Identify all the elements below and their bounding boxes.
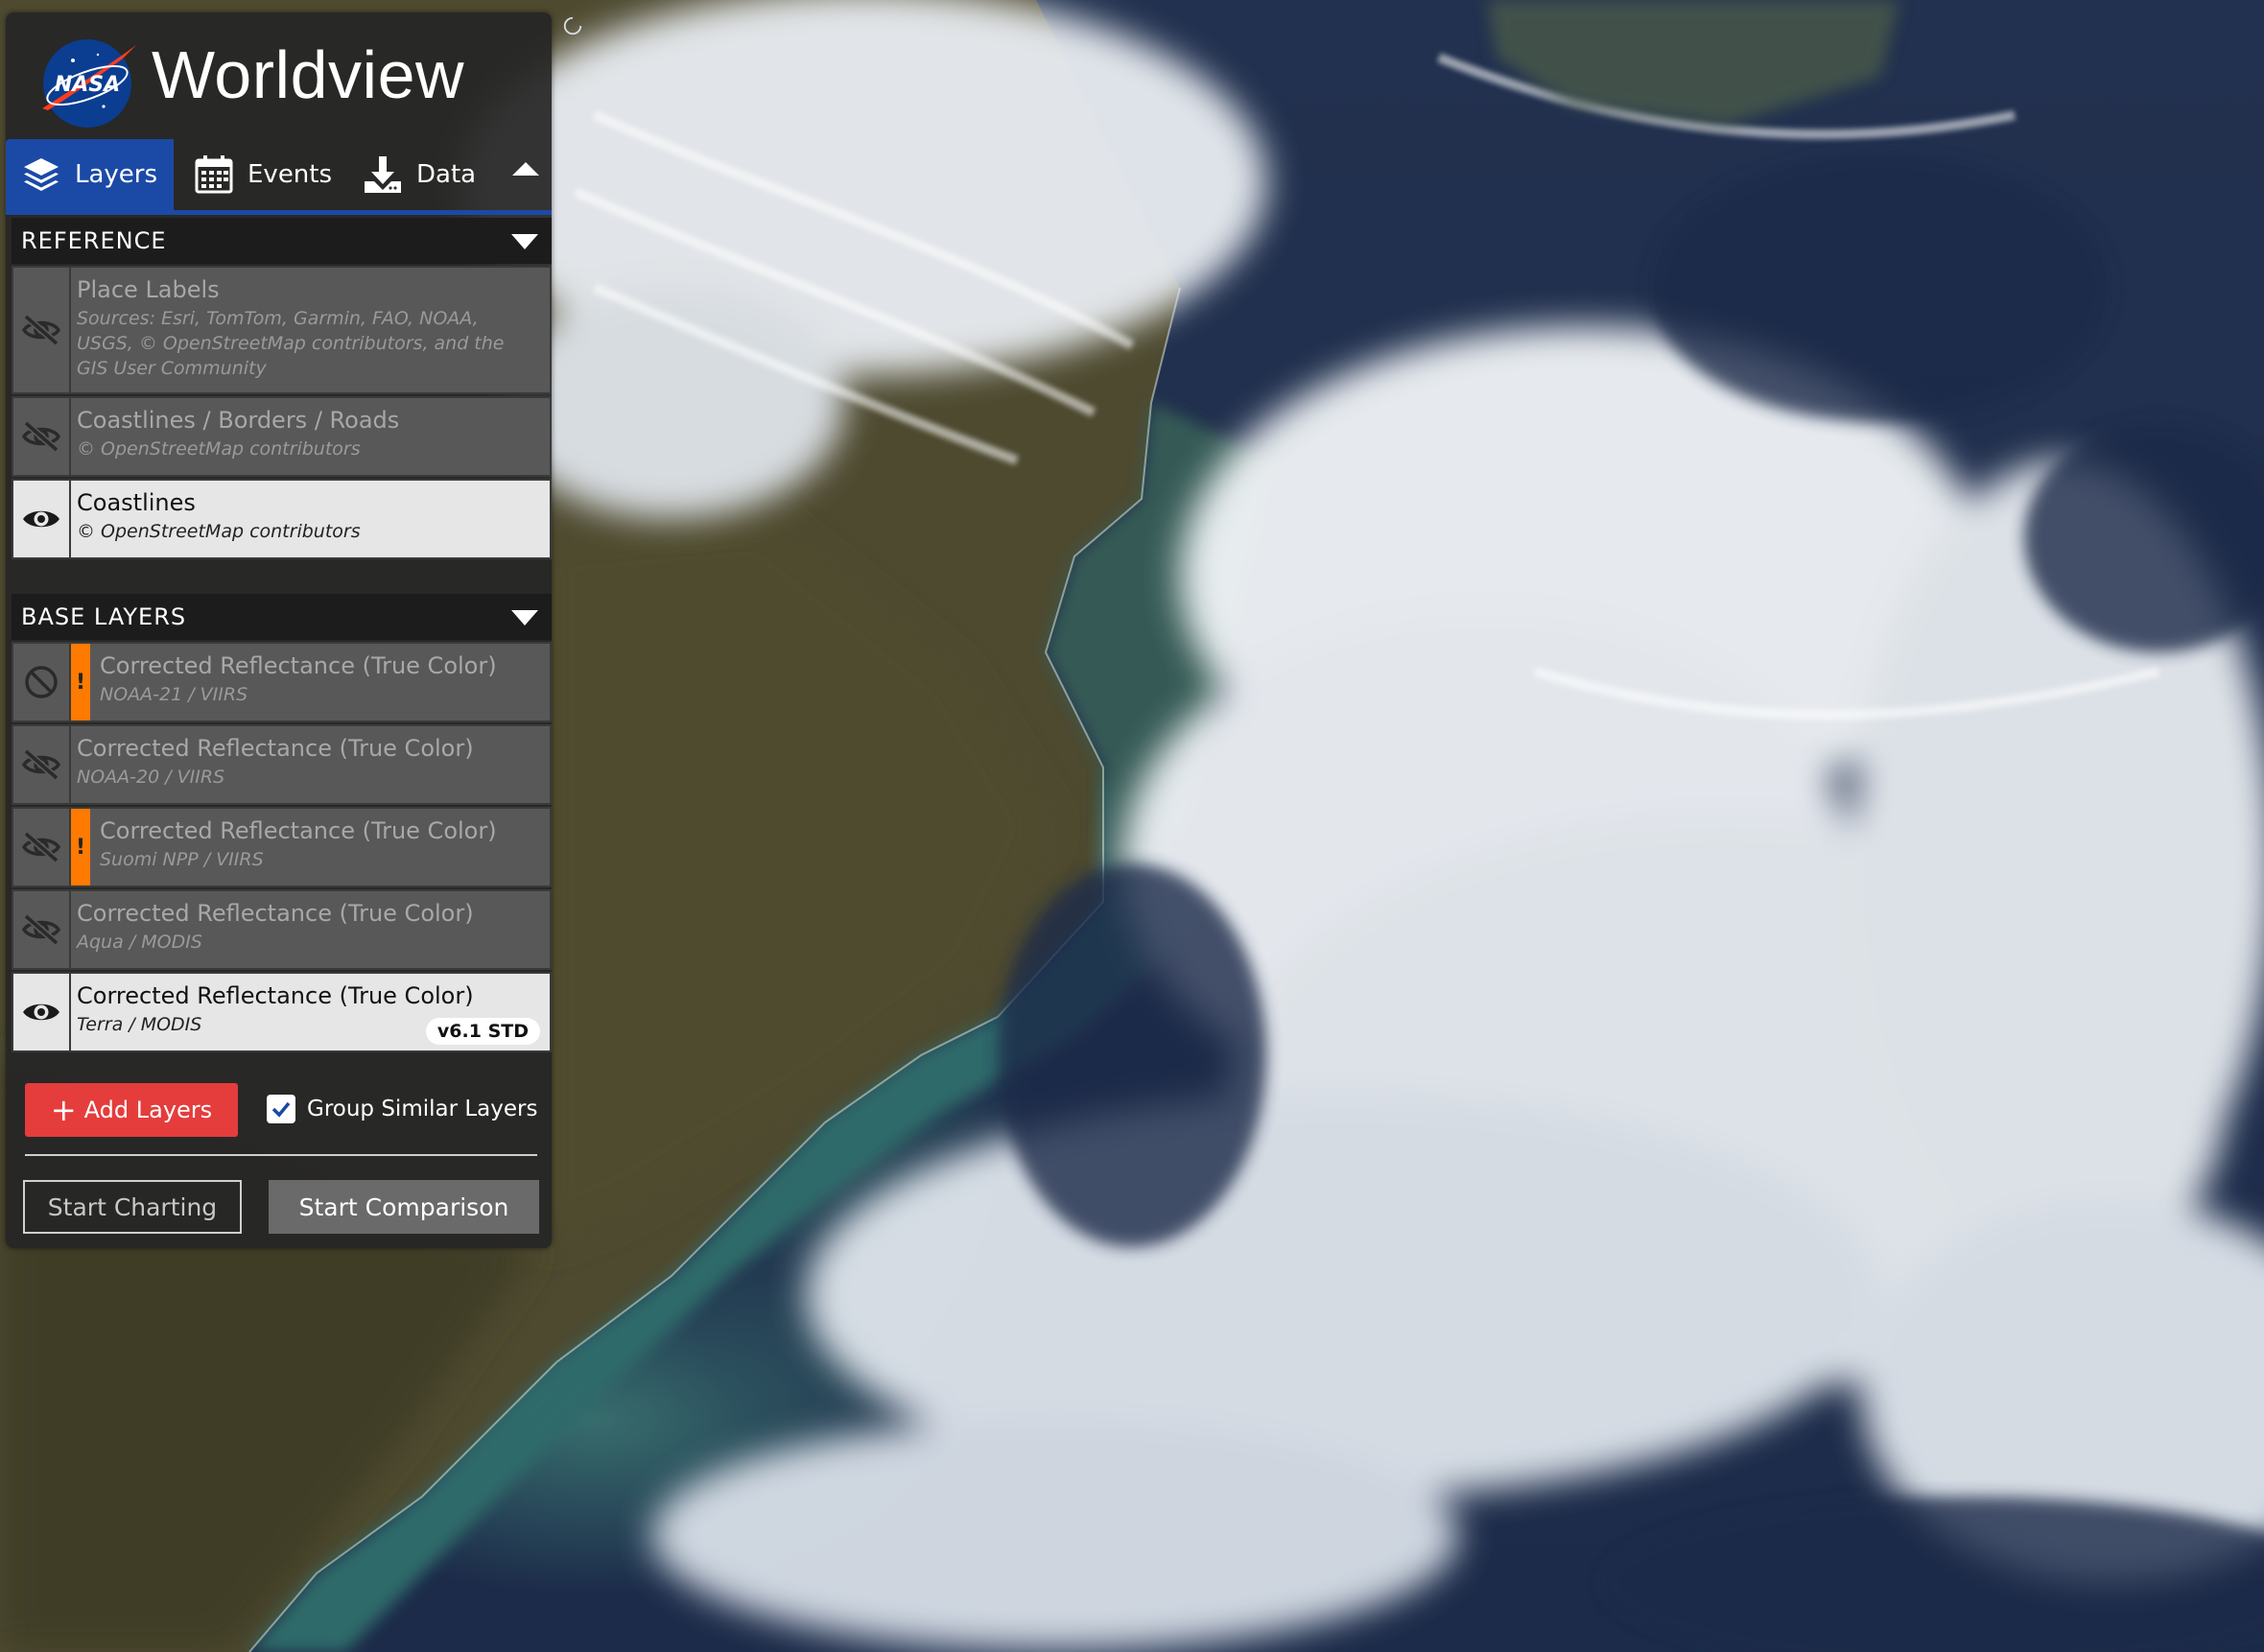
tab-layers[interactable]: Layers bbox=[6, 139, 174, 210]
calendar-icon bbox=[195, 155, 233, 194]
layer-suomi-npp-viirs[interactable]: ! Corrected Reflectance (True Color) Suo… bbox=[12, 807, 552, 887]
add-layers-label: Add Layers bbox=[83, 1097, 213, 1123]
layer-title: Place Labels bbox=[77, 276, 220, 303]
layer-title: Corrected Reflectance (True Color) bbox=[77, 900, 474, 927]
layer-title: Coastlines bbox=[77, 489, 196, 516]
layer-noaa20-viirs[interactable]: Corrected Reflectance (True Color) NOAA-… bbox=[12, 724, 552, 805]
eye-slash-icon bbox=[21, 314, 61, 346]
layer-title: Coastlines / Borders / Roads bbox=[77, 407, 400, 434]
plus-icon: + bbox=[50, 1092, 77, 1128]
version-badge: v6.1 STD bbox=[425, 1018, 540, 1045]
eye-slash-icon bbox=[21, 913, 61, 946]
chevron-down-icon[interactable] bbox=[511, 606, 538, 627]
toggle-visibility[interactable] bbox=[13, 974, 71, 1050]
eye-icon bbox=[23, 510, 59, 528]
brand-header: NASA Worldview bbox=[6, 12, 552, 137]
divider bbox=[25, 1154, 537, 1156]
layer-coastlines-borders-roads[interactable]: Coastlines / Borders / Roads © OpenStree… bbox=[12, 396, 552, 477]
tab-data[interactable]: Data bbox=[363, 139, 507, 210]
layer-coastlines[interactable]: Coastlines © OpenStreetMap contributors bbox=[12, 479, 552, 559]
add-layers-button[interactable]: + Add Layers bbox=[25, 1083, 238, 1137]
layer-aqua-modis[interactable]: Corrected Reflectance (True Color) Aqua … bbox=[12, 889, 552, 970]
layer-title: Corrected Reflectance (True Color) bbox=[100, 817, 497, 844]
base-layers-group-header[interactable]: BASE LAYERS bbox=[12, 594, 552, 640]
checkbox[interactable] bbox=[267, 1095, 295, 1123]
tab-bar: Layers Events Data bbox=[6, 139, 552, 215]
toggle-visibility[interactable] bbox=[13, 891, 71, 968]
start-comparison-button[interactable]: Start Comparison bbox=[269, 1180, 539, 1234]
reference-group-label: REFERENCE bbox=[21, 227, 167, 254]
toggle-visibility[interactable] bbox=[13, 398, 71, 475]
download-icon bbox=[365, 156, 401, 193]
toggle-visibility[interactable] bbox=[13, 268, 71, 392]
group-similar-layers-label: Group Similar Layers bbox=[307, 1097, 538, 1121]
layers-icon bbox=[24, 158, 59, 191]
layer-noaa21-viirs[interactable]: ! Corrected Reflectance (True Color) NOA… bbox=[12, 642, 552, 722]
tab-layers-label: Layers bbox=[75, 160, 158, 189]
chevron-down-icon[interactable] bbox=[511, 230, 538, 251]
toggle-visibility[interactable] bbox=[13, 726, 71, 803]
layer-subtitle: Aqua / MODIS bbox=[77, 932, 202, 953]
layer-subtitle: NOAA-20 / VIIRS bbox=[77, 767, 225, 788]
layer-subtitle: NOAA-21 / VIIRS bbox=[100, 684, 248, 705]
warning-indicator[interactable]: ! bbox=[71, 809, 90, 885]
start-charting-button[interactable]: Start Charting bbox=[23, 1180, 242, 1234]
toggle-visibility[interactable] bbox=[13, 481, 71, 557]
layer-subtitle: Suomi NPP / VIIRS bbox=[100, 849, 264, 870]
sidebar-panel: NASA Worldview Layers Events Data REFERE… bbox=[6, 12, 552, 1248]
layer-subtitle: © OpenStreetMap contributors bbox=[77, 438, 361, 460]
tab-data-label: Data bbox=[416, 160, 477, 189]
layer-title: Corrected Reflectance (True Color) bbox=[100, 652, 497, 679]
collapse-panel-icon[interactable] bbox=[508, 153, 543, 187]
layer-subtitle: Sources: Esri, TomTom, Garmin, FAO, NOAA… bbox=[77, 308, 505, 379]
reference-group-header[interactable]: REFERENCE bbox=[12, 218, 552, 264]
base-layers-group-label: BASE LAYERS bbox=[21, 603, 187, 630]
app-title: Worldview bbox=[152, 37, 465, 112]
eye-slash-icon bbox=[21, 420, 61, 453]
tab-events-label: Events bbox=[248, 160, 333, 189]
layer-terra-modis[interactable]: Corrected Reflectance (True Color) Terra… bbox=[12, 972, 552, 1052]
layer-title: Corrected Reflectance (True Color) bbox=[77, 982, 474, 1009]
ban-icon bbox=[25, 666, 58, 698]
layer-title: Corrected Reflectance (True Color) bbox=[77, 735, 474, 762]
nasa-logo-icon[interactable]: NASA bbox=[35, 32, 140, 131]
layer-subtitle: © OpenStreetMap contributors bbox=[77, 521, 361, 542]
eye-slash-icon bbox=[21, 748, 61, 781]
eye-icon bbox=[23, 1003, 59, 1021]
loading-spinner-icon bbox=[563, 16, 582, 35]
check-icon bbox=[271, 1101, 291, 1118]
toggle-visibility[interactable] bbox=[13, 809, 71, 885]
layer-place-labels[interactable]: Place Labels Sources: Esri, TomTom, Garm… bbox=[12, 266, 552, 394]
group-similar-layers-checkbox[interactable]: Group Similar Layers bbox=[267, 1095, 537, 1123]
nasa-logo-text: NASA bbox=[55, 73, 120, 97]
eye-slash-icon bbox=[21, 831, 61, 863]
toggle-visibility[interactable] bbox=[13, 644, 71, 720]
warning-indicator[interactable]: ! bbox=[71, 644, 90, 720]
tab-events[interactable]: Events bbox=[194, 139, 347, 210]
